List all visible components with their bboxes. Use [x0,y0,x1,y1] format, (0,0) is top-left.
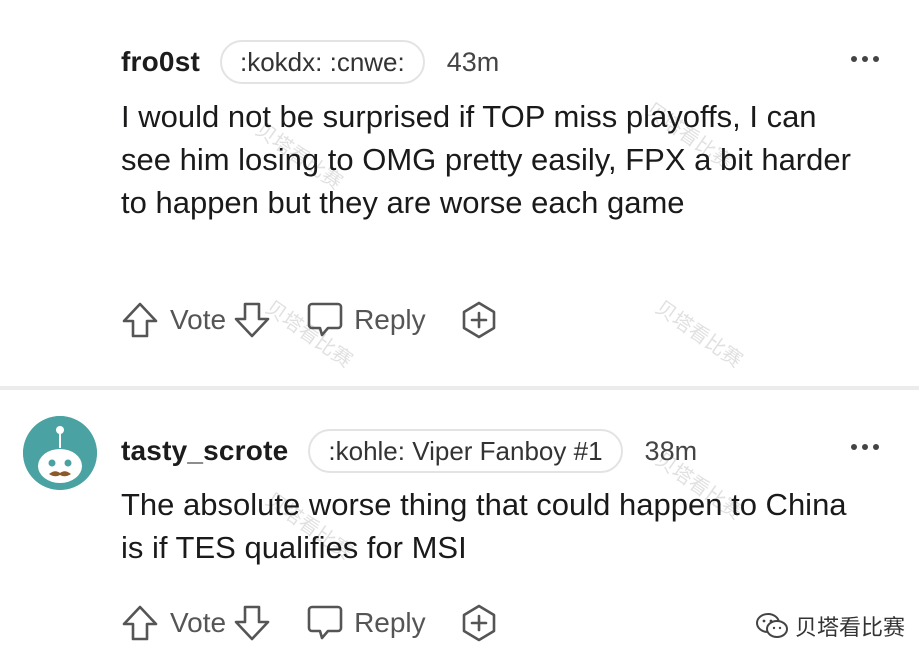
comment-actions: Vote Reply [120,603,498,643]
watermark-text: 贝塔看比赛 [794,615,905,640]
vote-label: Vote [170,304,227,335]
more-options-icon[interactable] [851,56,879,62]
award-icon[interactable] [460,603,498,643]
comment-actions: Vote Reply [120,300,498,340]
comment-meta: fro0st :kokdx: :cnwe: 43m [121,39,499,85]
comment-thread: 贝塔看比赛 贝塔看比赛 贝塔看比赛 贝塔看比赛 贝塔看比赛 贝塔看比赛 fro0… [0,0,919,666]
wechat-icon [755,611,789,641]
comment-body: The absolute worse thing that could happ… [121,487,847,565]
comment-body: I would not be surprised if TOP miss pla… [121,99,851,220]
award-icon[interactable] [460,300,498,340]
user-flair: :kokdx: :cnwe: [220,40,425,84]
more-options-icon[interactable] [851,444,879,450]
timestamp: 43m [446,46,500,77]
reply-icon[interactable] [306,300,344,340]
comment: fro0st :kokdx: :cnwe: 43m I would not be… [0,0,919,386]
reply-button[interactable]: Reply [354,304,426,336]
user-flair: :kohle: Viper Fanboy #1 [308,429,623,473]
upvote-icon[interactable] [120,300,160,340]
vote-label: Vote [170,607,227,638]
reply-button[interactable]: Reply [354,607,426,639]
reply-icon[interactable] [306,603,344,643]
username[interactable]: tasty_scrote [121,435,288,467]
upvote-icon[interactable] [120,603,160,643]
timestamp: 38m [644,435,698,466]
comment-meta: tasty_scrote :kohle: Viper Fanboy #1 38m [121,428,697,474]
watermark: 贝塔看比赛 [755,610,905,642]
downvote-icon[interactable] [232,300,272,340]
username[interactable]: fro0st [121,46,200,78]
avatar[interactable] [23,416,97,490]
downvote-icon[interactable] [232,603,272,643]
